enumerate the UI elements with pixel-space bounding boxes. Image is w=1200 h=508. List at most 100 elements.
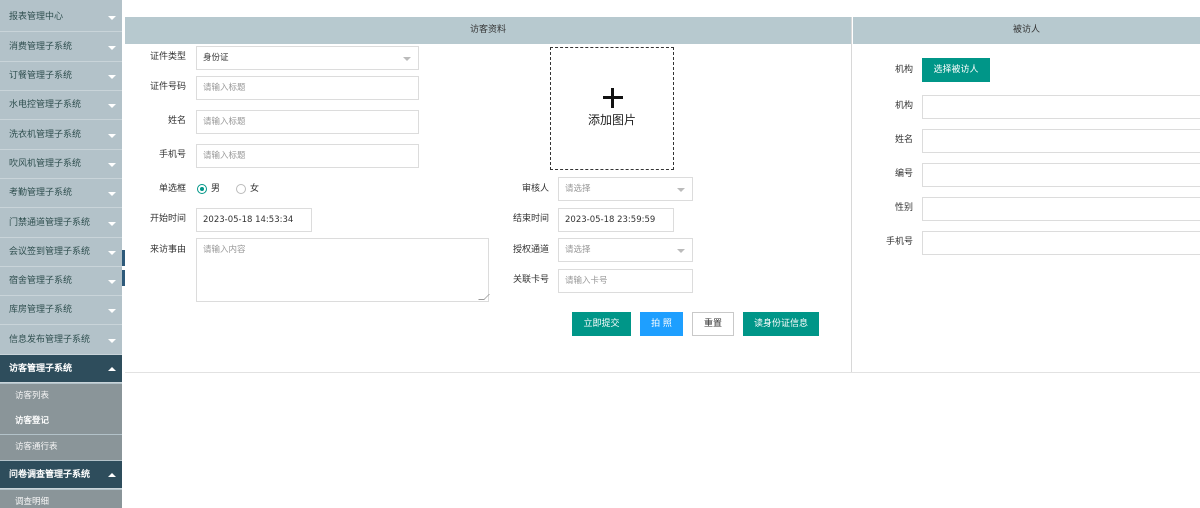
sidebar-item-label: 会议签到管理子系统 xyxy=(9,247,91,257)
sidebar-item-hair-dryer[interactable]: 吹风机管理子系统 xyxy=(0,150,122,179)
chevron-down-icon xyxy=(108,222,116,226)
host-panel-title: 被访人 xyxy=(853,17,1200,44)
host-number-input[interactable] xyxy=(922,163,1200,187)
visitor-panel-title: 访客资料 xyxy=(125,17,851,44)
host-org-label: 机构 xyxy=(894,65,913,75)
chevron-up-icon xyxy=(108,473,116,477)
sidebar-item-label: 宿舍管理子系统 xyxy=(9,276,73,286)
sidebar-item-consumption[interactable]: 消费管理子系统 xyxy=(0,33,122,62)
chevron-down-icon xyxy=(108,104,116,108)
id-type-label: 证件类型 xyxy=(149,52,186,62)
gender-radio-male[interactable]: 男 xyxy=(197,182,220,196)
host-field-label: 性别 xyxy=(894,203,913,213)
sidebar-item-label: 水电控管理子系统 xyxy=(9,100,82,110)
phone-label: 手机号 xyxy=(158,150,186,160)
id-number-input[interactable]: 请输入标题 xyxy=(196,76,419,100)
chevron-down-icon xyxy=(108,309,116,313)
sidebar-item-label: 问卷调查管理子系统 xyxy=(9,470,91,480)
sidebar-item-label: 信息发布管理子系统 xyxy=(9,335,91,345)
sidebar-item-washing-machine[interactable]: 洗衣机管理子系统 xyxy=(0,121,122,150)
id-number-label: 证件号码 xyxy=(149,82,186,92)
top-strip xyxy=(125,0,1200,17)
name-label: 姓名 xyxy=(167,116,186,126)
sidebar-item-label: 吹风机管理子系统 xyxy=(9,159,82,169)
sidebar-item-info-publish[interactable]: 信息发布管理子系统 xyxy=(0,326,122,355)
sidebar-item-survey[interactable]: 问卷调查管理子系统 xyxy=(0,461,122,489)
reason-textarea[interactable]: 请输入内容 xyxy=(196,238,490,302)
host-phone-input[interactable] xyxy=(922,231,1200,255)
sidebar: 报表管理中心 消费管理子系统 订餐管理子系统 水电控管理子系统 洗衣机管理子系统… xyxy=(0,0,122,508)
sidebar-subitem-visitor-list[interactable]: 访客列表 xyxy=(0,384,122,409)
chevron-down-icon xyxy=(108,16,116,20)
sidebar-subitem-visitor-register[interactable]: 访客登记 xyxy=(0,409,122,434)
photo-button[interactable]: 拍 照 xyxy=(640,312,683,336)
phone-input[interactable]: 请输入标题 xyxy=(196,144,419,168)
reason-placeholder: 请输入内容 xyxy=(203,245,246,255)
reset-button[interactable]: 重置 xyxy=(692,312,734,336)
chevron-down-icon xyxy=(108,339,116,343)
end-time-label: 结束时间 xyxy=(512,214,549,224)
start-time-input[interactable]: 2023-05-18 14:53:34 xyxy=(196,208,312,232)
end-time-input[interactable]: 2023-05-18 23:59:59 xyxy=(558,208,674,232)
chevron-down-icon xyxy=(108,192,116,196)
plus-icon xyxy=(603,88,623,108)
submit-button[interactable]: 立即提交 xyxy=(572,312,631,336)
reason-label: 来访事由 xyxy=(149,245,186,255)
host-field-label: 姓名 xyxy=(894,135,913,145)
name-input[interactable]: 请输入标题 xyxy=(196,110,419,134)
image-upload-box[interactable]: 添加图片 xyxy=(550,47,674,170)
sidebar-item-label: 门禁通道管理子系统 xyxy=(9,218,91,228)
host-name-input[interactable] xyxy=(922,129,1200,153)
sidebar-item-access-control[interactable]: 门禁通道管理子系统 xyxy=(0,209,122,238)
read-id-card-button[interactable]: 读身份证信息 xyxy=(743,312,819,336)
sidebar-subitem-survey-detail[interactable]: 调查明细 xyxy=(0,490,122,508)
host-gender-input[interactable] xyxy=(922,197,1200,221)
card-label: 关联卡号 xyxy=(512,275,549,285)
sidebar-item-meeting-checkin[interactable]: 会议签到管理子系统 xyxy=(0,238,122,267)
sidebar-item-label: 洗衣机管理子系统 xyxy=(9,130,82,140)
sidebar-item-warehouse[interactable]: 库房管理子系统 xyxy=(0,296,122,325)
chevron-down-icon xyxy=(677,188,685,192)
chevron-down-icon xyxy=(108,75,116,79)
chevron-down-icon xyxy=(108,46,116,50)
select-host-button[interactable]: 选择被访人 xyxy=(922,58,990,82)
sidebar-item-attendance[interactable]: 考勤管理子系统 xyxy=(0,179,122,208)
id-type-value: 身份证 xyxy=(203,53,229,63)
chevron-down-icon xyxy=(677,249,685,253)
channel-label: 授权通道 xyxy=(512,245,549,255)
sidebar-item-meal-order[interactable]: 订餐管理子系统 xyxy=(0,62,122,91)
sidebar-item-visitor[interactable]: 访客管理子系统 xyxy=(0,355,122,383)
sidebar-item-label: 库房管理子系统 xyxy=(9,305,73,315)
chevron-down-icon xyxy=(108,251,116,255)
sidebar-item-label: 访客管理子系统 xyxy=(9,364,73,374)
channel-select[interactable]: 请选择 xyxy=(558,238,693,262)
card-input[interactable]: 请输入卡号 xyxy=(558,269,693,293)
sidebar-item-utility-control[interactable]: 水电控管理子系统 xyxy=(0,91,122,120)
reviewer-placeholder: 请选择 xyxy=(565,184,591,194)
sidebar-subitem-visitor-pass[interactable]: 访客通行表 xyxy=(0,435,122,460)
chevron-down-icon xyxy=(108,134,116,138)
resize-grip-icon[interactable] xyxy=(478,294,490,300)
chevron-down-icon xyxy=(403,57,411,61)
host-org-input[interactable] xyxy=(922,95,1200,119)
radio-unchecked-icon xyxy=(236,184,246,194)
sidebar-item-label: 报表管理中心 xyxy=(9,12,64,22)
reviewer-label: 审核人 xyxy=(521,184,549,194)
channel-placeholder: 请选择 xyxy=(565,245,591,255)
gender-radio-female[interactable]: 女 xyxy=(236,182,259,196)
id-type-select[interactable]: 身份证 xyxy=(196,46,419,70)
chevron-down-icon xyxy=(108,163,116,167)
reviewer-select[interactable]: 请选择 xyxy=(558,177,693,201)
sidebar-item-label: 订餐管理子系统 xyxy=(9,71,73,81)
sidebar-item-report-center[interactable]: 报表管理中心 xyxy=(0,3,122,32)
host-field-label: 手机号 xyxy=(885,237,913,247)
radio-label: 男 xyxy=(211,184,221,194)
sidebar-item-dormitory[interactable]: 宿舍管理子系统 xyxy=(0,267,122,296)
form-bottom-divider xyxy=(125,372,1200,373)
start-time-label: 开始时间 xyxy=(149,214,186,224)
chevron-down-icon xyxy=(108,280,116,284)
host-field-label: 机构 xyxy=(894,101,913,111)
radio-label: 女 xyxy=(250,184,260,194)
upload-label: 添加图片 xyxy=(587,113,636,127)
radio-checked-icon xyxy=(197,184,207,194)
